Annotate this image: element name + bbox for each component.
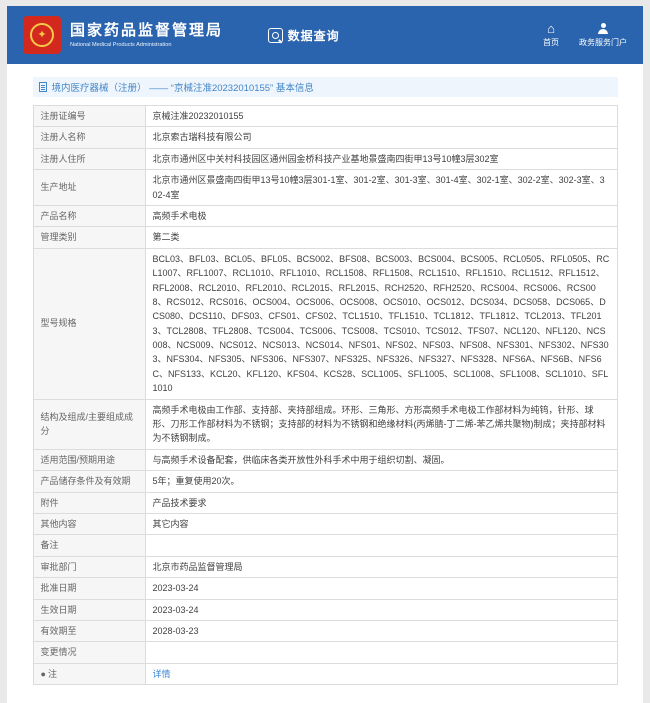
detail-link[interactable]: 详情 xyxy=(153,669,171,679)
registration-info-table: 注册证编号 京械注准20232010155 注册人名称 北京索古瑞科技有限公司 … xyxy=(33,105,618,685)
row-value: 2028-03-23 xyxy=(145,620,617,641)
row-value: 第二类 xyxy=(145,227,617,248)
table-row: 备注 xyxy=(33,535,617,556)
row-value: 2023-03-24 xyxy=(145,578,617,599)
row-label: 变更情况 xyxy=(33,642,145,663)
row-value: 北京索古瑞科技有限公司 xyxy=(145,127,617,148)
table-row: 注册人名称 北京索古瑞科技有限公司 xyxy=(33,127,617,148)
table-row: 产品名称 高频手术电极 xyxy=(33,205,617,226)
home-icon: ⌂ xyxy=(547,23,555,35)
table-row: 结构及组成/主要组成成分 高频手术电极由工作部、支持部、夹持部组成。环形、三角形… xyxy=(33,399,617,449)
table-row: 有效期至 2028-03-23 xyxy=(33,620,617,641)
table-row: 适用范围/预期用途 与高频手术设备配套，供临床各类开放性外科手术中用于组织切割、… xyxy=(33,449,617,470)
document-icon xyxy=(39,82,47,92)
table-row: 变更情况 xyxy=(33,642,617,663)
row-value: 高频手术电极 xyxy=(145,205,617,226)
table-row: 注册证编号 京械注准20232010155 xyxy=(33,106,617,127)
table-row: 审批部门 北京市药品监督管理局 xyxy=(33,556,617,577)
row-label: 适用范围/预期用途 xyxy=(33,449,145,470)
row-label: 批准日期 xyxy=(33,578,145,599)
table-row: 注册人住所 北京市通州区中关村科技园区通州园金桥科技产业基地景盛南四街甲13号1… xyxy=(33,148,617,169)
data-query-label: 数据查询 xyxy=(288,27,340,44)
row-label: 生产地址 xyxy=(33,170,145,206)
org-name-en: National Medical Products Administration xyxy=(70,41,171,47)
header-nav: ⌂ 首页 政务服务门户 xyxy=(543,23,627,48)
row-value: 产品技术要求 xyxy=(145,492,617,513)
table-row: 其他内容 其它内容 xyxy=(33,513,617,534)
row-label: 附件 xyxy=(33,492,145,513)
table-row: 管理类别 第二类 xyxy=(33,227,617,248)
nmpa-logo: ✦ xyxy=(23,16,61,54)
row-label: 产品名称 xyxy=(33,205,145,226)
row-value xyxy=(145,642,617,663)
row-label: 型号规格 xyxy=(33,248,145,399)
table-row: 生效日期 2023-03-24 xyxy=(33,599,617,620)
note-dot-icon: ● xyxy=(41,669,46,679)
row-value: 京械注准20232010155 xyxy=(145,106,617,127)
page: ✦ 国家药品监督管理局 National Medical Products Ad… xyxy=(7,6,643,703)
row-value: 与高频手术设备配套，供临床各类开放性外科手术中用于组织切割、凝固。 xyxy=(145,449,617,470)
table-row: 型号规格 BCL03、BFL03、BCL05、BFL05、BCS002、BFS0… xyxy=(33,248,617,399)
table-row-note: ●注 详情 xyxy=(33,663,617,684)
nav-gov-portal[interactable]: 政务服务门户 xyxy=(579,23,627,48)
row-label: 备注 xyxy=(33,535,145,556)
row-value: 其它内容 xyxy=(145,513,617,534)
row-value: 高频手术电极由工作部、支持部、夹持部组成。环形、三角形、方形高频手术电极工作部材… xyxy=(145,399,617,449)
table-row: 产品储存条件及有效期 5年；重复使用20次。 xyxy=(33,471,617,492)
emblem-icon: ✦ xyxy=(30,23,54,47)
header: ✦ 国家药品监督管理局 National Medical Products Ad… xyxy=(7,6,643,64)
search-icon xyxy=(268,28,283,43)
row-label: ●注 xyxy=(33,663,145,684)
row-value: 5年；重复使用20次。 xyxy=(145,471,617,492)
nav-home[interactable]: ⌂ 首页 xyxy=(543,23,559,48)
org-name: 国家药品监督管理局 National Medical Products Admi… xyxy=(70,19,234,51)
table-row: 生产地址 北京市通州区景盛南四街甲13号10幢3层301-1室、301-2室、3… xyxy=(33,170,617,206)
table-row: 批准日期 2023-03-24 xyxy=(33,578,617,599)
row-label: 产品储存条件及有效期 xyxy=(33,471,145,492)
row-label: 注册证编号 xyxy=(33,106,145,127)
row-label: 管理类别 xyxy=(33,227,145,248)
nav-gov-portal-label: 政务服务门户 xyxy=(579,37,627,48)
row-label: 审批部门 xyxy=(33,556,145,577)
row-label: 生效日期 xyxy=(33,599,145,620)
row-value: 北京市通州区景盛南四街甲13号10幢3层301-1室、301-2室、301-3室… xyxy=(145,170,617,206)
row-value: 北京市药品监督管理局 xyxy=(145,556,617,577)
row-value: 北京市通州区中关村科技园区通州园金桥科技产业基地景盛南四街甲13号10幢3层30… xyxy=(145,148,617,169)
row-label: 注册人名称 xyxy=(33,127,145,148)
row-label: 结构及组成/主要组成成分 xyxy=(33,399,145,449)
row-label: 注册人住所 xyxy=(33,148,145,169)
org-name-cn: 国家药品监督管理局 xyxy=(70,19,234,40)
row-value: 2023-03-24 xyxy=(145,599,617,620)
row-value xyxy=(145,535,617,556)
row-value: 详情 xyxy=(145,663,617,684)
table-row: 附件 产品技术要求 xyxy=(33,492,617,513)
row-label: 其他内容 xyxy=(33,513,145,534)
row-label: 有效期至 xyxy=(33,620,145,641)
breadcrumb-text: 境内医疗器械（注册） —— “京械注准20232010155” 基本信息 xyxy=(52,80,314,94)
row-value: BCL03、BFL03、BCL05、BFL05、BCS002、BFS08、BCS… xyxy=(145,248,617,399)
data-query[interactable]: 数据查询 xyxy=(268,27,340,44)
person-icon xyxy=(597,23,610,35)
nav-home-label: 首页 xyxy=(543,37,559,48)
note-label: 注 xyxy=(48,669,57,679)
breadcrumb: 境内医疗器械（注册） —— “京械注准20232010155” 基本信息 xyxy=(33,77,618,97)
